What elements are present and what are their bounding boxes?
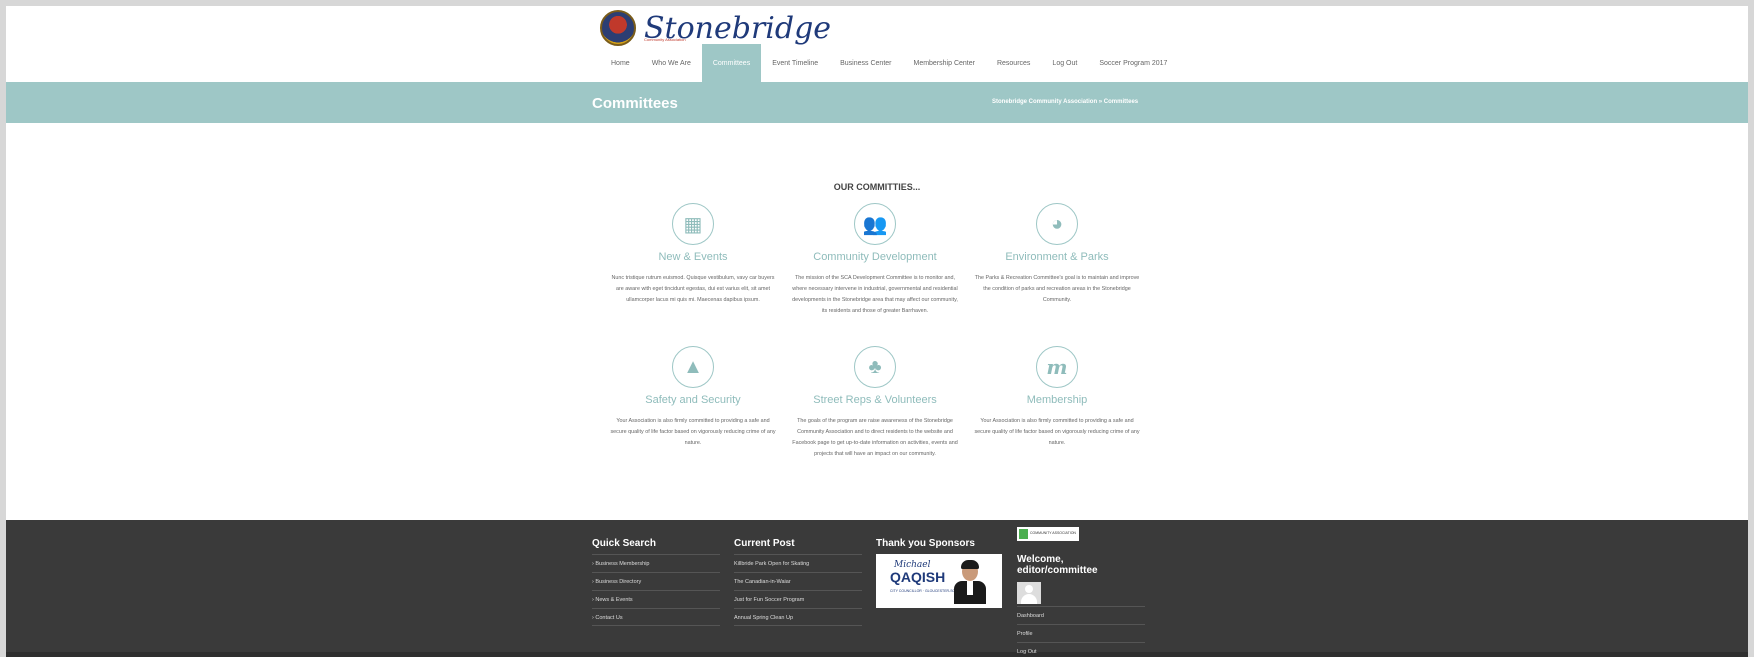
committee-description: Your Association is also firmly committe… — [610, 418, 776, 446]
welcome-message: Welcome, editor/committee — [1017, 554, 1098, 576]
post-link[interactable]: Annual Spring Clean Up — [734, 608, 862, 626]
breadcrumb[interactable]: Stonebridge Community Association » Comm… — [992, 99, 1138, 105]
membership-icon[interactable]: m — [1036, 346, 1078, 388]
committee-description: The goals of the program are raise aware… — [792, 418, 958, 457]
profile-link[interactable]: Profile — [1017, 624, 1145, 642]
globe-icon[interactable]: ◕ — [1036, 203, 1078, 245]
post-link[interactable]: Killbride Park Open for Skating — [734, 554, 862, 572]
committee-title[interactable]: Environment & Parks — [969, 251, 1145, 263]
committee-card: 👥 Community Development The mission of t… — [787, 203, 963, 317]
calendar-icon[interactable]: ▦ — [672, 203, 714, 245]
sponsor-last-name: QAQISH — [890, 569, 946, 585]
nav-event-timeline[interactable]: Event Timeline — [761, 44, 829, 82]
avatar[interactable] — [1017, 582, 1041, 604]
nav-resources[interactable]: Resources — [986, 44, 1041, 82]
committee-card: m Membership Your Association is also fi… — [969, 346, 1145, 449]
committee-card: ◕ Environment & Parks The Parks & Recrea… — [969, 203, 1145, 306]
quick-search-widget: Quick Search › Business Membership › Bus… — [592, 538, 720, 626]
quick-search-link[interactable]: › News & Events — [592, 590, 720, 608]
committee-title[interactable]: Street Reps & Volunteers — [787, 394, 963, 406]
warning-icon[interactable]: ▲ — [672, 346, 714, 388]
volunteer-icon[interactable]: ♣ — [854, 346, 896, 388]
page-frame: Stonebridge Community Association Home W… — [6, 6, 1748, 657]
nav-soccer-program[interactable]: Soccer Program 2017 — [1088, 44, 1178, 82]
sponsor-banner[interactable]: Michael QAQISH CITY COUNCILLOR · GLOUCES… — [876, 554, 1002, 608]
community-badge: COMMUNITY ASSOCIATION — [1017, 527, 1079, 541]
committee-card: ♣ Street Reps & Volunteers The goals of … — [787, 346, 963, 460]
committee-card: ▲ Safety and Security Your Association i… — [605, 346, 781, 449]
committee-description: The mission of the SCA Development Commi… — [792, 275, 958, 314]
dashboard-link[interactable]: Dashboard — [1017, 606, 1145, 624]
post-link[interactable]: The Canadian-in-Waiar — [734, 572, 862, 590]
page-title: Committees — [592, 95, 678, 112]
committee-title[interactable]: Safety and Security — [605, 394, 781, 406]
committee-title[interactable]: Community Development — [787, 251, 963, 263]
quick-search-link[interactable]: › Business Membership — [592, 554, 720, 572]
current-post-widget: Current Post Killbride Park Open for Ska… — [734, 538, 862, 626]
committees-heading: OUR COMMITTIES... — [833, 182, 921, 192]
sponsors-widget: Thank you Sponsors Michael QAQISH CITY C… — [876, 538, 1006, 608]
main-nav: Home Who We Are Committees Event Timelin… — [600, 44, 1178, 82]
nav-who-we-are[interactable]: Who We Are — [641, 44, 702, 82]
account-widget: COMMUNITY ASSOCIATION Welcome, editor/co… — [1017, 527, 1145, 657]
badge-icon — [1019, 529, 1028, 539]
logout-link[interactable]: Log Out — [1017, 642, 1145, 657]
sponsor-photo — [952, 558, 988, 604]
committee-title[interactable]: New & Events — [605, 251, 781, 263]
sponsors-title: Thank you Sponsors — [876, 538, 975, 549]
current-post-title: Current Post — [734, 538, 795, 549]
footer-bottom-bar — [6, 652, 1748, 657]
quick-search-link[interactable]: › Contact Us — [592, 608, 720, 626]
post-link[interactable]: Just for Fun Soccer Program — [734, 590, 862, 608]
logo-subtitle: Community Association — [644, 37, 686, 42]
committee-card: ▦ New & Events Nunc tristique rutrum eui… — [605, 203, 781, 306]
nav-membership-center[interactable]: Membership Center — [902, 44, 985, 82]
quick-search-title: Quick Search — [592, 538, 656, 549]
committee-description: Your Association is also firmly committe… — [974, 418, 1140, 446]
people-icon[interactable]: 👥 — [854, 203, 896, 245]
page-banner: Committees Stonebridge Community Associa… — [6, 82, 1748, 123]
quick-search-link[interactable]: › Business Directory — [592, 572, 720, 590]
committee-title[interactable]: Membership — [969, 394, 1145, 406]
committee-description: The Parks & Recreation Committee's goal … — [974, 275, 1140, 303]
nav-home[interactable]: Home — [600, 44, 641, 82]
crest-icon — [600, 10, 636, 46]
nav-log-out[interactable]: Log Out — [1041, 44, 1088, 82]
nav-committees[interactable]: Committees — [701, 44, 762, 82]
committee-description: Nunc tristique rutrum euismod. Quisque v… — [611, 275, 775, 303]
nav-business-center[interactable]: Business Center — [829, 44, 902, 82]
